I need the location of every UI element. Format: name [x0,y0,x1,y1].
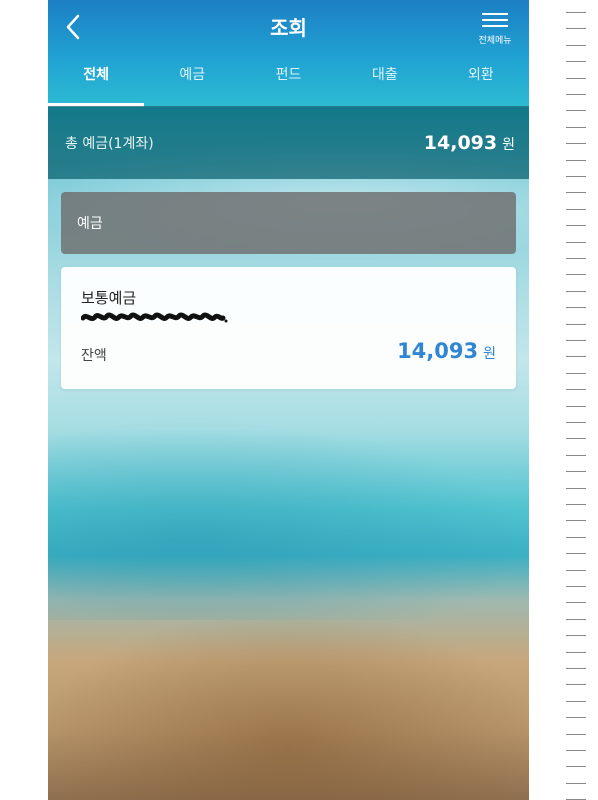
ruler-tick [566,750,586,751]
ruler-tick [566,373,586,374]
background-blur [48,420,529,620]
ruler-tick [566,160,586,161]
ruler-tick [566,406,586,407]
ruler-tick [566,520,586,521]
full-menu-button[interactable]: 전체메뉴 [471,10,519,54]
menu-label: 전체메뉴 [478,36,512,46]
tab-loan[interactable]: 대출 [337,56,433,106]
ruler-tick [566,192,586,193]
ruler-tick [566,471,586,472]
ruler-tick [566,717,586,718]
total-summary: 총 예금(1계좌) 14,093 원 [48,106,529,179]
ruler-tick [566,143,586,144]
tab-fund[interactable]: 펀드 [240,56,336,106]
ruler-tick [566,340,586,341]
ruler-tick [566,635,586,636]
ruler-tick [566,61,586,62]
ruler-tick [566,258,586,259]
ruler-tick [566,274,586,275]
ruler-tick [566,553,586,554]
ruler-tick [566,209,586,210]
ruler-tick [566,176,586,177]
tab-all[interactable]: 전체 [48,56,145,107]
account-card[interactable]: 보통예금 잔액 14,093 원 [61,267,516,389]
balance-amount: 14,093 [397,339,479,363]
tab-deposit[interactable]: 예금 [144,56,240,106]
ruler-tick [566,422,586,423]
ruler-tick [566,652,586,653]
ruler-tick [566,28,586,29]
ruler-tick [566,242,586,243]
ruler-tick [566,438,586,439]
total-amount: 14,093 [423,131,498,154]
ruler-tick [566,586,586,587]
ruler-tick [566,225,586,226]
ruler-tick [566,94,586,95]
ruler-tick [566,389,586,390]
balance-label: 잔액 [81,348,107,364]
ruler-tick [566,455,586,456]
hamburger-menu-icon [482,13,508,27]
ruler-tick [566,307,586,308]
ruler-tick [566,537,586,538]
ruler-tick [566,701,586,702]
balance-value: 14,093 원 [397,339,496,363]
ruler-tick [566,12,586,13]
account-name: 보통예금 [81,289,137,307]
account-number-redacted [80,309,229,328]
balance-unit: 원 [483,346,496,362]
background-blur [48,620,529,800]
ruler-tick [566,356,586,357]
ruler-tick [566,291,586,292]
ruler-tick [566,570,586,571]
ruler-tick [566,766,586,767]
ruler-tick [566,78,586,79]
ruler-tick [566,110,586,111]
ruler-tick [566,127,586,128]
ruler-tick [566,668,586,669]
page-title: 조회 [270,16,307,40]
app-screen: 조회 전체메뉴 전체 예금 펀드 대출 외환 총 예금(1계좌) 14,093 원… [48,0,529,800]
section-header-deposit: 예금 [61,192,516,254]
section-title: 예금 [77,216,103,232]
ruler-tick [566,684,586,685]
ruler-tick [566,45,586,46]
ruler-tick [566,734,586,735]
ruler-tick [566,504,586,505]
ruler-tick [566,602,586,603]
ruler-tick [566,619,586,620]
right-edge-ruler [566,0,586,800]
total-label: 총 예금(1계좌) [65,135,154,152]
total-unit: 원 [502,136,515,153]
total-value: 14,093 원 [424,132,515,154]
ruler-tick [566,324,586,325]
tab-bar: 전체 예금 펀드 대출 외환 [48,56,529,107]
ruler-tick [566,783,586,784]
header: 조회 전체메뉴 [48,0,529,52]
ruler-tick [566,488,586,489]
tab-foreign-exchange[interactable]: 외환 [433,56,529,106]
